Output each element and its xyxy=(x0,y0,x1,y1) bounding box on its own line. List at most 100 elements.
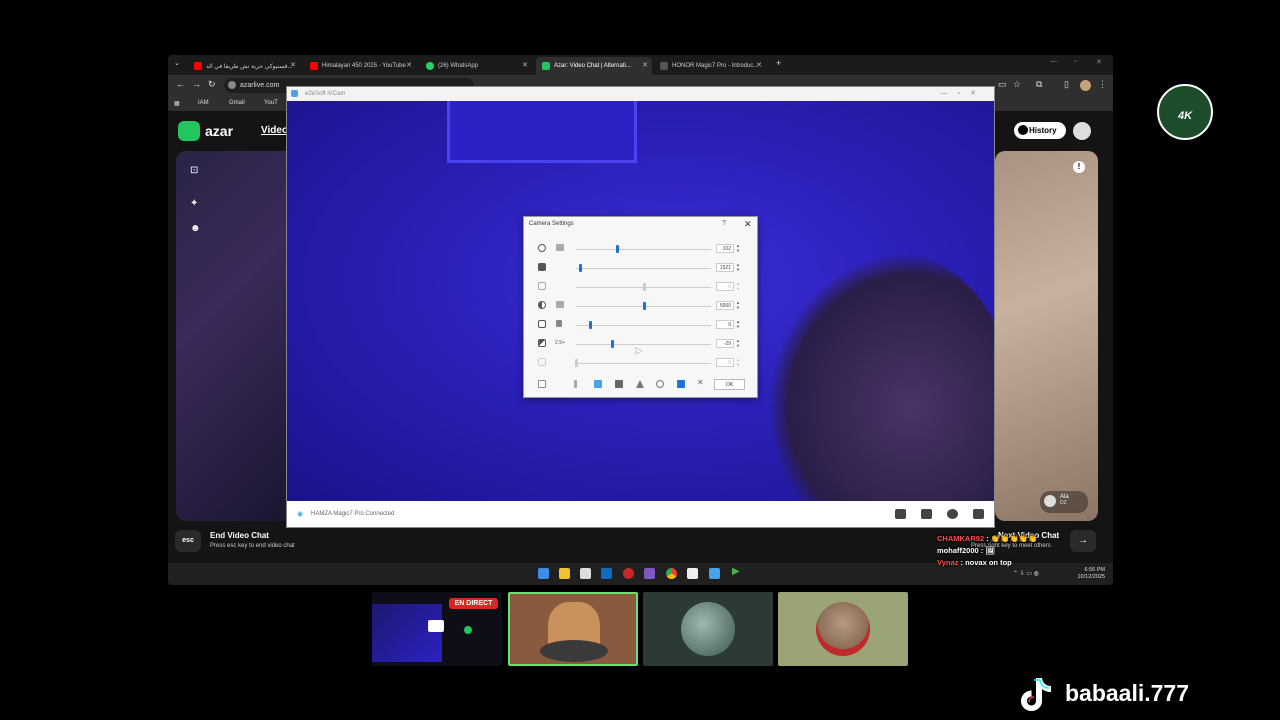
tab-4[interactable]: HONOR Magic7 Pro - Introduc... ✕ xyxy=(654,57,766,75)
focus-value[interactable]: 9 xyxy=(716,320,734,329)
new-tab-icon[interactable]: + xyxy=(776,58,781,68)
exposure-value[interactable]: 0 xyxy=(716,282,734,291)
brightness-row: 102 ▲ ▼ xyxy=(524,239,757,258)
azar-logo-icon[interactable] xyxy=(178,121,200,141)
tab-0[interactable]: قسنيوكي حرية تش طريقا في الد... ✕ xyxy=(188,57,300,75)
tab-2[interactable]: (26) WhatsApp ✕ xyxy=(420,57,532,75)
tray-icons[interactable]: ⌃ ⇩ ▭ ◍ xyxy=(1013,570,1039,577)
stream-thumb-avatar-2[interactable] xyxy=(643,592,773,666)
focus-slider-thumb[interactable] xyxy=(588,321,592,329)
iso-slider-thumb[interactable] xyxy=(579,264,583,272)
settings-gear-icon[interactable] xyxy=(947,509,958,519)
close-icon[interactable]: ✕ xyxy=(744,219,752,230)
profile-avatar[interactable] xyxy=(1080,80,1091,91)
history-button[interactable]: History xyxy=(1014,122,1066,139)
tab-list-icon[interactable]: ⌄ xyxy=(174,59,180,67)
notepad-icon[interactable] xyxy=(580,568,591,579)
zoom-spinner[interactable]: ▲ ▼ xyxy=(736,357,740,367)
site-info-icon[interactable] xyxy=(228,81,236,89)
menu-icon[interactable]: ⋮ xyxy=(1098,79,1107,90)
flip-icon[interactable] xyxy=(615,380,623,388)
mic-icon[interactable] xyxy=(574,380,577,388)
brightness-slider-thumb[interactable] xyxy=(615,245,619,253)
bookmark-gmail[interactable]: Gmail xyxy=(229,100,245,106)
close-icon[interactable]: ✕ xyxy=(756,61,762,69)
auto-pen-icon[interactable] xyxy=(556,244,564,251)
snapshot-icon[interactable] xyxy=(656,380,664,388)
start-icon[interactable] xyxy=(538,568,549,579)
maximize-icon[interactable]: ▫ xyxy=(1074,58,1076,65)
brightness-value[interactable]: 102 xyxy=(716,244,734,253)
video-tab[interactable]: Video xyxy=(261,125,288,136)
help-icon[interactable]: ? xyxy=(722,220,726,227)
back-icon[interactable]: ← xyxy=(176,79,185,89)
iso-value[interactable]: 1521 xyxy=(716,263,734,272)
ok-button[interactable]: OK xyxy=(714,379,745,390)
exposure-slider-thumb[interactable] xyxy=(642,283,646,291)
brightness-slider[interactable] xyxy=(576,249,711,250)
esc-key-button[interactable]: esc xyxy=(175,530,201,552)
reset-icon[interactable]: ✕ xyxy=(697,378,705,387)
camera-icon[interactable] xyxy=(538,380,546,388)
close-icon[interactable]: ✕ xyxy=(290,61,296,69)
wb-preset-icon[interactable] xyxy=(556,301,564,308)
report-icon[interactable]: ! xyxy=(1073,161,1085,173)
focus-spinner[interactable]: ▲ ▼ xyxy=(736,319,740,329)
outlook-icon[interactable] xyxy=(601,568,612,579)
record-video-icon[interactable] xyxy=(921,509,932,519)
zoom-slider[interactable] xyxy=(576,363,711,364)
snapshot-icon[interactable] xyxy=(895,509,906,519)
iso-spinner[interactable]: ▲ ▼ xyxy=(736,262,740,272)
profile-avatar[interactable] xyxy=(1073,122,1091,140)
close-icon[interactable]: ✕ xyxy=(642,61,648,69)
bookmark-iam[interactable]: IAM xyxy=(198,100,209,106)
apps-icon[interactable]: ▦ xyxy=(174,100,180,107)
zoom-slider-thumb[interactable] xyxy=(575,359,578,367)
iso-slider[interactable] xyxy=(576,268,711,269)
exposure-comp-slider-thumb[interactable] xyxy=(611,340,615,348)
lock-icon[interactable] xyxy=(556,320,562,327)
play-icon[interactable]: ▶ xyxy=(732,566,743,577)
magic-wand-icon[interactable] xyxy=(594,380,602,388)
reload-icon[interactable]: ↻ xyxy=(208,79,216,90)
record-icon[interactable] xyxy=(623,568,634,579)
cast-icon[interactable]: ▭ xyxy=(998,79,1007,90)
exposure-comp-spinner[interactable]: ▲ ▼ xyxy=(736,338,740,348)
exposure-spinner[interactable]: ▲ ▼ xyxy=(736,281,740,291)
camera-switch-icon[interactable]: ⊡ xyxy=(190,165,198,176)
forward-icon[interactable]: → xyxy=(192,79,201,89)
stream-thumb-avatar-3[interactable] xyxy=(778,592,908,666)
brightness-spinner[interactable]: ▲ ▼ xyxy=(736,243,740,253)
chrome-icon[interactable] xyxy=(666,568,677,579)
obs-icon[interactable] xyxy=(644,568,655,579)
system-clock[interactable]: 6:56 PM 10/12/2025 xyxy=(1077,567,1105,581)
terminal-icon[interactable] xyxy=(687,568,698,579)
tab-1[interactable]: Himalayan 450 2025 - YouTube ✕ xyxy=(304,57,416,75)
close-window-icon[interactable]: ✕ xyxy=(1096,58,1102,66)
clock-icon xyxy=(1018,125,1028,135)
effects-icon[interactable]: ✦ xyxy=(190,198,198,209)
close-icon[interactable]: ✕ xyxy=(406,61,412,69)
bookmark-star-icon[interactable]: ☆ xyxy=(1013,79,1021,90)
mask-icon[interactable]: ☻ xyxy=(190,223,201,234)
focus-slider[interactable] xyxy=(576,325,711,326)
menu-icon[interactable] xyxy=(973,509,984,519)
ivcam-icon[interactable] xyxy=(709,568,720,579)
minimize-icon[interactable]: — xyxy=(1050,58,1057,65)
window-controls[interactable]: —▫✕ xyxy=(941,89,986,97)
save-icon[interactable] xyxy=(677,380,685,388)
exposure-comp-value[interactable]: -29 xyxy=(716,339,734,348)
white-balance-spinner[interactable]: ▲ ▼ xyxy=(736,300,740,310)
mirror-icon[interactable] xyxy=(636,380,644,388)
extensions-icon[interactable]: ⧉ xyxy=(1036,79,1042,90)
white-balance-value[interactable]: 5000 xyxy=(716,301,734,310)
file-explorer-icon[interactable] xyxy=(559,568,570,579)
stream-thumb-avatar-1[interactable] xyxy=(508,592,638,666)
exposure-comp-slider[interactable] xyxy=(576,344,711,345)
zoom-value[interactable]: 0 xyxy=(716,358,734,367)
tab-3[interactable]: Azar: Video Chat | Alternati... ✕ xyxy=(536,57,652,75)
close-icon[interactable]: ✕ xyxy=(522,61,528,69)
white-balance-slider-thumb[interactable] xyxy=(642,302,646,310)
bookmark-youtube[interactable]: YouT xyxy=(264,100,278,106)
sidebar-icon[interactable]: ▯ xyxy=(1064,79,1069,90)
